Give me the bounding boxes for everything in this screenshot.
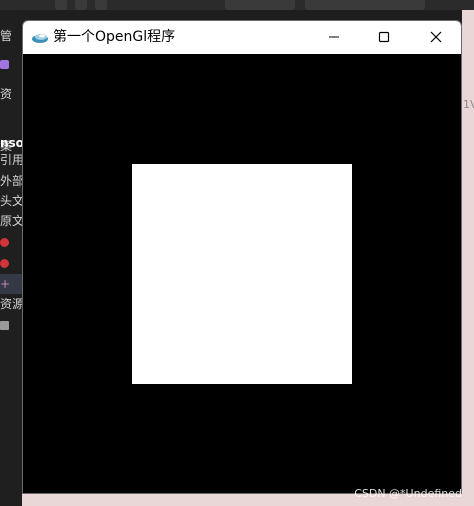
ide-toolbar-button[interactable] [95,0,107,10]
ide-toolbar-dropdown[interactable] [225,0,295,10]
opengl-app-icon [31,30,49,44]
window-titlebar[interactable]: 第一个OpenGl程序 [23,21,461,54]
minimize-button[interactable] [311,21,357,54]
ide-toolbar-button[interactable] [75,0,87,10]
ide-toolbar-dropdown[interactable] [305,0,425,10]
solution-explorer-row[interactable]: 管 [0,26,22,46]
add-icon: + [0,277,11,291]
error-file-icon [0,259,9,268]
ide-toolbar-button[interactable] [55,0,67,10]
solution-explorer-row[interactable] [0,253,22,273]
solution-explorer-row[interactable]: + [0,274,22,294]
solution-explorer-row[interactable]: 头文 [0,191,22,211]
solution-explorer-row[interactable] [0,232,22,252]
error-file-icon [0,238,9,247]
solution-explorer-row[interactable]: 引用 [0,150,22,170]
ide-solution-explorer: 管 资 案 ' nso 引用 外部 头文 原文 + 资源 [0,10,22,506]
solution-explorer-row[interactable]: 资源 [0,294,22,314]
editor-edge-text: 1V [463,98,474,111]
solution-explorer-row[interactable]: 原文 [0,211,22,231]
vs-project-icon [0,60,9,69]
maximize-icon [378,28,390,47]
solution-explorer-row[interactable] [0,54,22,74]
close-icon [430,28,442,47]
solution-explorer-row[interactable]: 外部 [0,171,22,191]
resource-file-icon [0,321,9,330]
ide-toolbar [0,0,474,10]
solution-explorer-row[interactable] [0,315,22,335]
close-button[interactable] [413,21,459,54]
rendered-white-square [132,164,352,384]
opengl-viewport[interactable] [23,54,461,493]
ide-editor-edge: 1V [462,10,474,506]
maximize-button[interactable] [361,21,407,54]
solution-explorer-row[interactable]: 资 [0,84,22,104]
opengl-window[interactable]: 第一个OpenGl程序 [22,20,462,494]
window-title: 第一个OpenGl程序 [53,29,176,45]
csdn-watermark: CSDN @*Undefined [354,487,462,500]
minimize-icon [328,28,340,47]
